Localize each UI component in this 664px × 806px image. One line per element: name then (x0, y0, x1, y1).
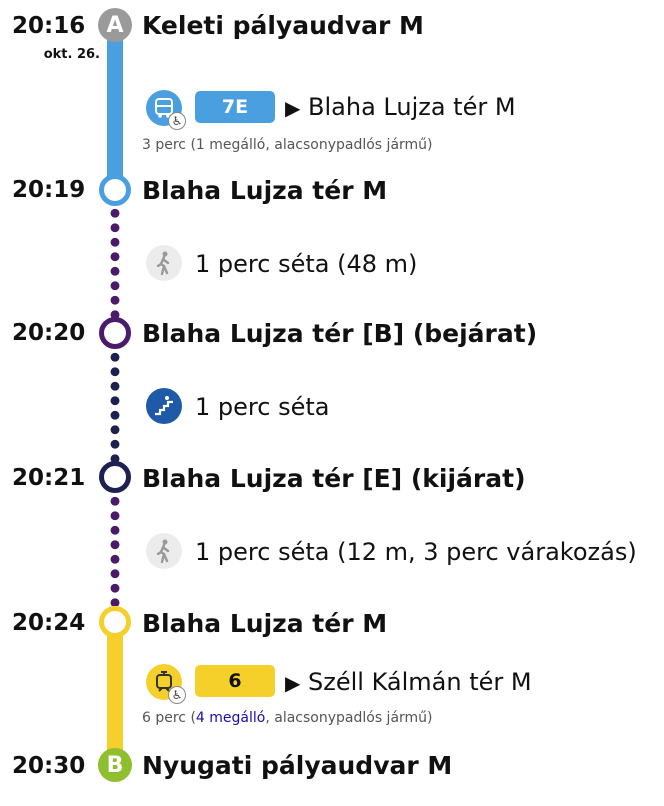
tram-direction-label: Széll Kálmán tér M (308, 668, 532, 696)
tram-line-segment (107, 622, 123, 752)
walk-dots-segment-1 (107, 206, 123, 320)
bus-direction-label: Blaha Lujza tér M (308, 93, 516, 121)
tram-info-prefix: 6 perc ( (142, 710, 196, 726)
arrival-time: 20:30 (12, 753, 86, 779)
tram-direction: ▶ Széll Kálmán tér M (285, 670, 532, 694)
bus-line-segment (107, 30, 123, 190)
walk-dots-segment-2 (107, 350, 123, 462)
stop3-name[interactable]: Blaha Lujza tér [B] (bejárat) (142, 321, 537, 346)
walk-icon (146, 245, 182, 281)
departure-date: okt. 26. (43, 47, 100, 62)
play-arrow-icon: ▶ (285, 96, 301, 120)
walk3-text: 1 perc séta (12 m, 3 perc várakozás) (195, 538, 637, 566)
tram-leg-info: 6 perc (4 megálló, alacsonypadlós jármű) (142, 710, 433, 726)
stairs-icon (146, 388, 182, 424)
stop3-node (99, 317, 131, 349)
stop4-time: 20:21 (12, 465, 86, 491)
stop4-name[interactable]: Blaha Lujza tér [E] (kijárat) (142, 466, 526, 491)
walk-icon (146, 533, 182, 569)
end-marker: B (98, 748, 132, 782)
bus-icon: ♿ (146, 90, 186, 130)
bus-route-badge[interactable]: 7E (195, 91, 275, 123)
stop3-time: 20:20 (12, 320, 86, 346)
bus-direction: ▶ Blaha Lujza tér M (285, 95, 516, 119)
end-stop-name[interactable]: Nyugati pályaudvar M (142, 753, 452, 778)
accessible-icon: ♿ (168, 112, 186, 130)
accessible-icon: ♿ (168, 686, 186, 704)
walk-dots-segment-3 (107, 494, 123, 606)
tram-info-suffix: , alacsonypadlós jármű) (265, 710, 433, 726)
departure-time: 20:16 (12, 13, 86, 39)
bus-leg-info: 3 perc (1 megálló, alacsonypadlós jármű) (142, 137, 433, 153)
stop5-name[interactable]: Blaha Lujza tér M (142, 611, 387, 636)
start-stop-name[interactable]: Keleti pályaudvar M (142, 13, 424, 38)
walk2-text: 1 perc séta (195, 393, 330, 421)
stop2-time: 20:19 (12, 177, 86, 203)
stop5-time: 20:24 (12, 610, 86, 636)
tram-route-badge[interactable]: 6 (195, 665, 275, 697)
tram-icon: ♿ (146, 664, 186, 704)
stop2-name[interactable]: Blaha Lujza tér M (142, 178, 387, 203)
walk1-text: 1 perc séta (48 m) (195, 250, 418, 278)
stop5-node (99, 606, 131, 638)
stop2-node (99, 174, 131, 206)
stop4-node (99, 461, 131, 493)
start-marker: A (98, 8, 132, 42)
play-arrow-icon: ▶ (285, 671, 301, 695)
tram-stops-link[interactable]: 4 megálló (196, 710, 265, 726)
